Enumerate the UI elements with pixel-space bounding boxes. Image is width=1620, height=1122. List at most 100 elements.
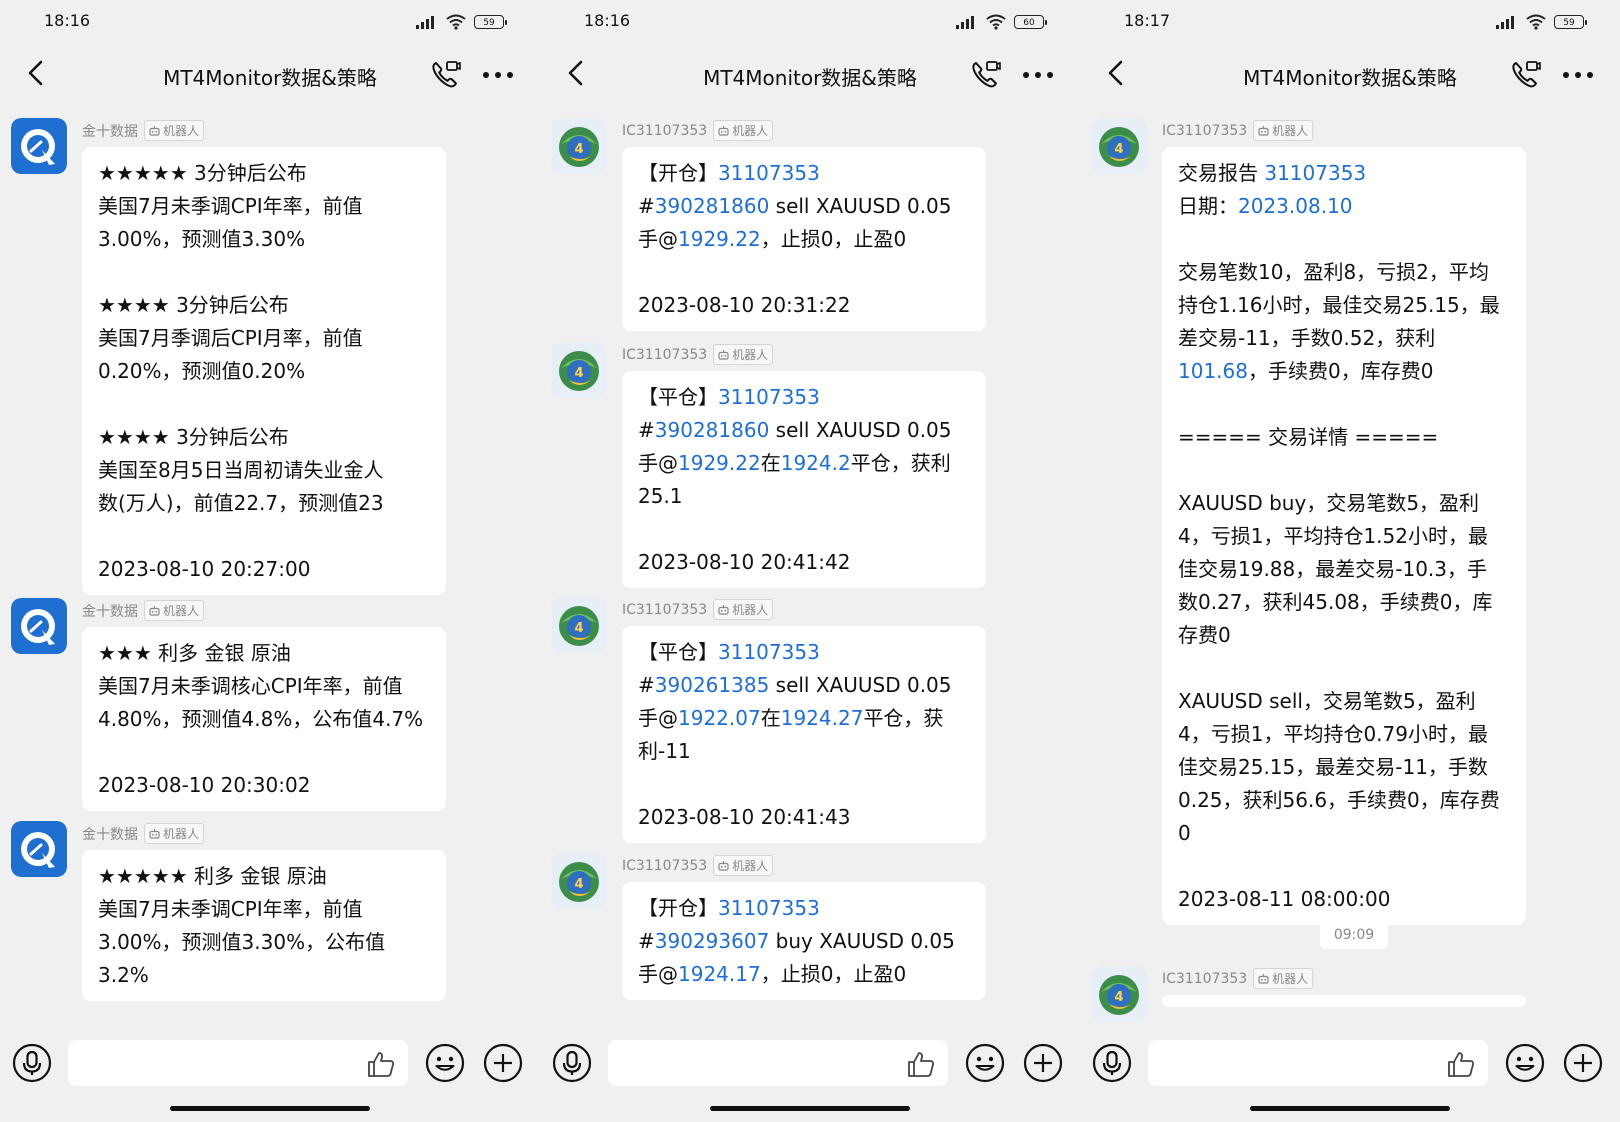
message-link[interactable]: 1929.22 xyxy=(678,451,761,475)
message-list[interactable]: 金十数据 机器人 ★★★★★ 3分钟后公布 美国7月未季调CPI年率，前值 3.00%，… xyxy=(0,106,540,1030)
call-icon[interactable] xyxy=(428,58,462,92)
message-line xyxy=(98,388,430,421)
voice-input-icon[interactable] xyxy=(1092,1043,1132,1083)
mt4-avatar[interactable]: 4 xyxy=(551,342,607,398)
mt4-logo-icon: 4 xyxy=(551,342,607,398)
call-icon[interactable] xyxy=(968,58,1002,92)
robot-badge-label: 机器人 xyxy=(732,348,769,362)
message-bubble[interactable]: 【平仓】31107353 #390261385 sell XAUUSD 0.05 手… xyxy=(622,626,986,843)
message-bubble[interactable]: 交易报告 31107353 日期：2023.08.10 交易笔数10，盈利8，亏损2… xyxy=(1162,147,1526,925)
thumbs-up-icon[interactable] xyxy=(1446,1049,1476,1079)
call-icon[interactable] xyxy=(1508,58,1542,92)
emoji-icon[interactable] xyxy=(425,1043,465,1083)
message-link[interactable]: 390281860 xyxy=(655,418,770,442)
wifi-icon xyxy=(986,14,1006,30)
thumbs-up-icon[interactable] xyxy=(366,1049,396,1079)
sender-info: IC31107353 机器人 xyxy=(622,855,774,876)
jin10-avatar[interactable] xyxy=(11,118,67,174)
input-bar xyxy=(1080,1030,1620,1094)
message-list[interactable]: 4 IC31107353 机器人交易报告 31107353 日期：2023.08.10… xyxy=(1080,106,1620,1030)
sender-name[interactable]: 金十数据 xyxy=(82,824,138,844)
message-text: 佳交易25.15，最差交易-11，手数 xyxy=(1178,755,1488,779)
mt4-logo-icon: 4 xyxy=(551,597,607,653)
message-line: XAUUSD sell，交易笔数5，盈利 xyxy=(1178,685,1510,718)
home-indicator[interactable] xyxy=(170,1106,370,1111)
chat-title: MT4Monitor数据&策略 xyxy=(1243,66,1457,90)
add-attachment-icon[interactable] xyxy=(483,1043,523,1083)
message-input[interactable] xyxy=(608,1040,948,1086)
jin10-logo-icon xyxy=(11,598,67,654)
message-bubble[interactable]: 【平仓】31107353 #390281860 sell XAUUSD 0.05 手… xyxy=(622,371,986,588)
jin10-avatar[interactable] xyxy=(11,598,67,654)
voice-input-icon[interactable] xyxy=(552,1043,592,1083)
message-link[interactable]: 31107353 xyxy=(718,161,820,185)
svg-text:4: 4 xyxy=(574,366,583,381)
add-attachment-icon[interactable] xyxy=(1023,1043,1063,1083)
message-link[interactable]: 1924.2 xyxy=(781,451,851,475)
sender-name[interactable]: IC31107353 xyxy=(622,858,707,874)
message-link[interactable]: 1929.22 xyxy=(678,227,761,251)
message-bubble[interactable]: ★★★★★ 利多 金银 原油 美国7月未季调CPI年率，前值 3.00%，预测值3.… xyxy=(82,850,446,1001)
mt4-avatar[interactable]: 4 xyxy=(551,597,607,653)
emoji-icon[interactable] xyxy=(1505,1043,1545,1083)
sender-name[interactable]: IC31107353 xyxy=(622,123,707,139)
emoji-icon[interactable] xyxy=(965,1043,1005,1083)
mt4-avatar[interactable]: 4 xyxy=(1091,966,1147,1022)
message-link[interactable]: 390293607 xyxy=(655,929,770,953)
message-text: sell XAUUSD 0.05 xyxy=(769,418,952,442)
message-bubble[interactable]: 【开仓】31107353 #390293607 buy XAUUSD 0.05 手@… xyxy=(622,882,986,1000)
home-indicator[interactable] xyxy=(710,1106,910,1111)
message-text: ★★★★★ 利多 金银 原油 xyxy=(98,864,327,888)
thumbs-up-icon[interactable] xyxy=(906,1049,936,1079)
message-link[interactable]: 101.68 xyxy=(1178,359,1248,383)
message-line: 【开仓】31107353 xyxy=(638,157,970,190)
message-link[interactable]: 31107353 xyxy=(718,896,820,920)
message-link[interactable]: 1922.07 xyxy=(678,706,761,730)
message-bubble[interactable]: ★★★★★ 3分钟后公布 美国7月未季调CPI年率，前值 3.00%，预测值3.30… xyxy=(82,147,446,595)
jin10-avatar[interactable] xyxy=(11,821,67,877)
message-input[interactable] xyxy=(1148,1040,1488,1086)
sender-info: 金十数据 机器人 xyxy=(82,600,205,621)
home-indicator[interactable] xyxy=(1250,1106,1450,1111)
more-options-icon[interactable] xyxy=(1561,68,1595,82)
robot-badge: 机器人 xyxy=(1253,120,1314,141)
sender-name[interactable]: IC31107353 xyxy=(1162,123,1247,139)
message-link[interactable]: 1924.17 xyxy=(678,962,761,986)
add-attachment-icon[interactable] xyxy=(1563,1043,1603,1083)
message-text: 4.80%，预测值4.8%，公布值4.7% xyxy=(98,707,424,731)
more-options-icon[interactable] xyxy=(1021,68,1055,82)
message-link[interactable]: 31107353 xyxy=(718,640,820,664)
message-link[interactable]: 1924.27 xyxy=(781,706,864,730)
message-link[interactable]: 390261385 xyxy=(655,673,770,697)
sender-info: IC31107353 机器人 xyxy=(1162,120,1314,141)
svg-text:4: 4 xyxy=(574,877,583,892)
message-line: 0.25，获利56.6，手续费0，库存费 xyxy=(1178,784,1510,817)
message-link[interactable]: 2023.08.10 xyxy=(1238,194,1353,218)
back-arrow-icon[interactable] xyxy=(22,58,52,88)
mt4-avatar[interactable]: 4 xyxy=(551,853,607,909)
message-bubble[interactable]: ★★★ 利多 金银 原油 美国7月未季调核心CPI年率，前值 4.80%，预测值4.… xyxy=(82,627,446,811)
voice-input-icon[interactable] xyxy=(12,1043,52,1083)
sender-name[interactable]: IC31107353 xyxy=(1162,971,1247,987)
sender-name[interactable]: 金十数据 xyxy=(82,121,138,141)
message-input[interactable] xyxy=(68,1040,408,1086)
message-bubble[interactable]: 【开仓】31107353 #390281860 sell XAUUSD 0.05 手… xyxy=(622,147,986,331)
message-link[interactable]: 31107353 xyxy=(1264,161,1366,185)
back-arrow-icon[interactable] xyxy=(1102,58,1132,88)
message-text: 3.00%，预测值3.30%，公布值 xyxy=(98,930,386,954)
back-arrow-icon[interactable] xyxy=(562,58,592,88)
message-text: # xyxy=(638,673,655,697)
message-bubble[interactable] xyxy=(1162,995,1526,1007)
sender-name[interactable]: IC31107353 xyxy=(622,347,707,363)
message-link[interactable]: 390281860 xyxy=(655,194,770,218)
more-options-icon[interactable] xyxy=(481,68,515,82)
message-link[interactable]: 31107353 xyxy=(718,385,820,409)
message-list[interactable]: 4 IC31107353 机器人 【开仓】31107353 #390281860 sel… xyxy=(540,106,1080,1030)
message-line: #390281860 sell XAUUSD 0.05 xyxy=(638,190,970,223)
robot-icon xyxy=(1258,126,1269,136)
mt4-avatar[interactable]: 4 xyxy=(1091,118,1147,174)
sender-name[interactable]: IC31107353 xyxy=(622,602,707,618)
sender-name[interactable]: 金十数据 xyxy=(82,601,138,621)
message-line: 2023-08-10 20:41:43 xyxy=(638,801,970,834)
mt4-avatar[interactable]: 4 xyxy=(551,118,607,174)
